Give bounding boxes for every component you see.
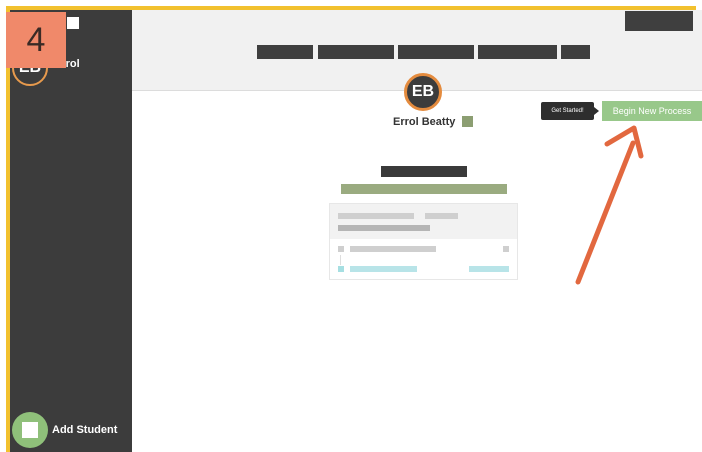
screenshot-frame: EB Errol 4 Add Student EB Errol Beatty G… bbox=[0, 0, 702, 452]
arrow-icon bbox=[575, 125, 644, 285]
